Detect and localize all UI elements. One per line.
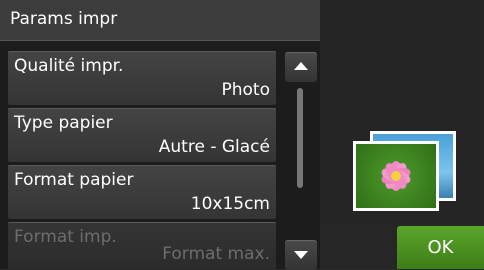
setting-print-format: Format imp. Format max. — [8, 222, 276, 269]
triangle-down-icon — [294, 251, 308, 259]
page-title: Params impr — [10, 9, 118, 29]
printer-touchscreen: Params impr Qualité impr. Photo Type pap… — [0, 0, 484, 270]
flower-icon — [381, 161, 411, 191]
setting-label: Qualité impr. — [14, 56, 124, 76]
photo-flower-icon — [353, 141, 439, 211]
setting-print-quality[interactable]: Qualité impr. Photo — [8, 51, 276, 105]
header-bar: Params impr — [0, 0, 320, 41]
setting-value: Format max. — [162, 244, 270, 264]
setting-label: Format imp. — [14, 227, 117, 247]
scroll-up-button[interactable] — [285, 52, 317, 82]
setting-value: Photo — [221, 80, 271, 100]
setting-paper-type[interactable]: Type papier Autre - Glacé — [8, 108, 276, 162]
scrollbar — [283, 48, 319, 270]
setting-value: Autre - Glacé — [158, 137, 270, 157]
scroll-thumb[interactable] — [297, 88, 303, 188]
settings-panel: Params impr Qualité impr. Photo Type pap… — [0, 0, 320, 270]
setting-paper-size[interactable]: Format papier 10x15cm — [8, 165, 276, 219]
setting-label: Format papier — [14, 170, 134, 190]
scroll-down-button[interactable] — [285, 240, 317, 270]
triangle-up-icon — [294, 62, 308, 70]
ok-button[interactable]: OK — [397, 226, 484, 269]
setting-label: Type papier — [14, 113, 113, 133]
setting-value: 10x15cm — [190, 194, 270, 214]
ok-label: OK — [427, 237, 454, 258]
